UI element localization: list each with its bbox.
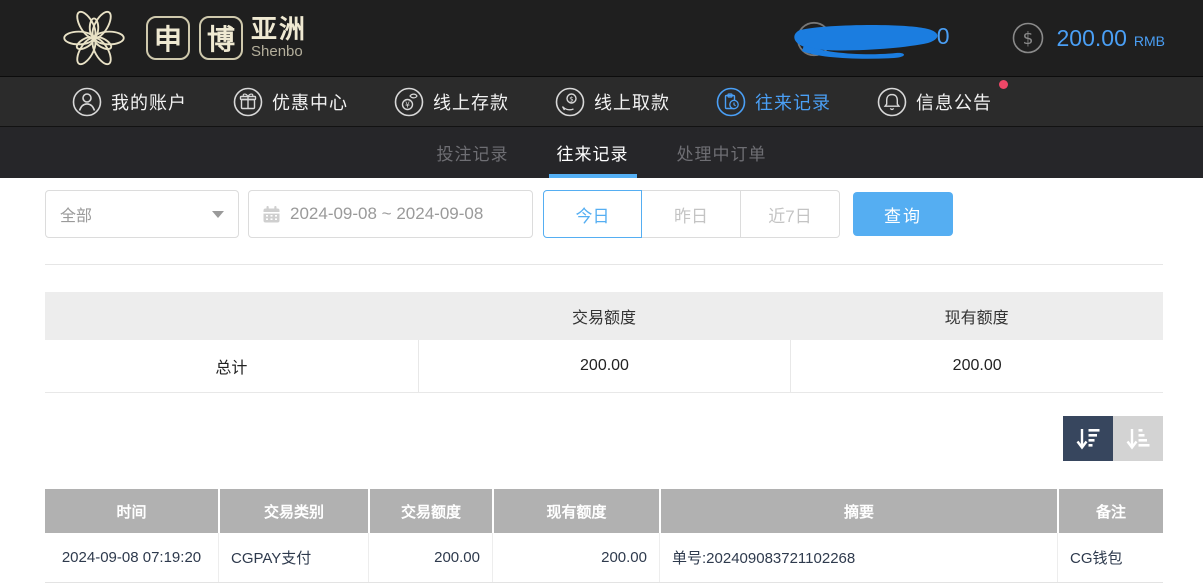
records-tab-bar: 投注记录 往来记录 处理中订单 [0,127,1203,178]
header-transaction-amount: 交易额度 [368,489,492,533]
nav-item-transaction-records[interactable]: 往来记录 [716,87,831,117]
table-header-row: 时间 交易类别 交易额度 现有额度 摘要 备注 [45,489,1163,533]
svg-text:¥: ¥ [405,100,410,109]
sort-descending-icon [1074,425,1102,453]
summary-header-row: 交易额度 现有额度 [45,292,1163,340]
logo-boxed-characters: 申 博 [146,16,243,60]
quick-range-yesterday[interactable]: 昨日 [642,190,741,238]
deposit-coin-icon: ¥ [394,87,424,117]
svg-text:$: $ [569,95,573,103]
header-time: 时间 [45,489,218,533]
section-divider [45,264,1163,265]
sort-ascending-icon [1124,425,1152,453]
date-range-input[interactable]: 2024-09-08 ~ 2024-09-08 [248,190,533,238]
active-tab-underline [549,174,637,178]
tab-pending-orders[interactable]: 处理中订单 [675,127,769,178]
nav-item-withdraw[interactable]: $ 线上取款 [555,87,670,117]
header-remark: 备注 [1057,489,1163,533]
redaction-scribble [788,17,946,61]
nav-item-promotions[interactable]: 优惠中心 [233,87,348,117]
summary-total-row: 总计 200.00 200.00 [45,340,1163,393]
header-current-amount: 现有额度 [492,489,659,533]
header-transaction-type: 交易类别 [218,489,368,533]
bell-icon [877,87,907,117]
cell-current-amount: 200.00 [492,533,659,582]
wallet-amount: 200.00 [1057,25,1127,52]
wallet-balance[interactable]: $ 200.00 RMB [1012,22,1165,54]
tab-transaction-records[interactable]: 往来记录 [555,127,631,178]
chevron-down-icon [212,211,224,218]
notification-dot [999,80,1008,89]
sort-controls [45,416,1163,461]
sort-descending-button[interactable] [1063,416,1113,461]
summary-table: 交易额度 现有额度 总计 200.00 200.00 [45,292,1163,393]
summary-current-amount: 200.00 [790,340,1163,392]
content-area: 全部 2024-09-08 ~ 2024-09-08 [0,190,1203,583]
wallet-currency: RMB [1134,27,1165,49]
transaction-records-page: 申 博 亚洲 Shenbo 0 [0,0,1203,584]
cell-transaction-type: CGPAY支付 [218,533,368,582]
quick-range-today[interactable]: 今日 [543,190,642,238]
gift-icon [233,87,263,117]
main-navigation: 我的账户 优惠中心 ¥ 线上存款 [0,76,1203,127]
nav-item-my-account[interactable]: 我的账户 [72,87,187,117]
topbar: 申 博 亚洲 Shenbo 0 [0,0,1203,76]
summary-total-label: 总计 [45,340,418,392]
masked-balance-visible-digit: 0 [937,23,950,50]
quick-range-group: 今日 昨日 近7日 [543,190,840,238]
logo-region-text: 亚洲 [251,16,307,43]
calendar-icon [262,205,281,224]
type-select[interactable]: 全部 [45,190,239,238]
transactions-table: 时间 交易类别 交易额度 现有额度 摘要 备注 2024-09-08 07:19… [45,489,1163,583]
logo-box-bo: 博 [199,16,243,60]
logo-box-shen: 申 [146,16,190,60]
sort-ascending-button[interactable] [1113,416,1163,461]
cell-transaction-amount: 200.00 [368,533,492,582]
table-row: 2024-09-08 07:19:20 CGPAY支付 200.00 200.0… [45,533,1163,583]
masked-account-info: 0 [788,15,946,61]
flower-logo-icon [56,4,132,72]
nav-item-announcements[interactable]: 信息公告 [877,87,992,117]
svg-text:$: $ [1022,29,1033,49]
tab-betting-records[interactable]: 投注记录 [435,127,511,178]
user-circle-icon [72,87,102,117]
records-clipboard-icon [716,87,746,117]
cell-time: 2024-09-08 07:19:20 [45,533,218,582]
quick-range-last7days[interactable]: 近7日 [741,190,840,238]
brand-logo[interactable]: 申 博 亚洲 Shenbo [56,4,307,72]
header-summary: 摘要 [659,489,1057,533]
summary-header-empty [45,292,418,340]
dollar-circle-icon: $ [1012,22,1044,54]
summary-header-transaction-amount: 交易额度 [418,292,791,340]
summary-header-current-amount: 现有额度 [790,292,1163,340]
cell-remark: CG钱包 [1057,533,1163,582]
filter-row: 全部 2024-09-08 ~ 2024-09-08 [45,190,1163,238]
cell-summary: 单号:202409083721102268 [659,533,1057,582]
withdraw-hand-icon: $ [555,87,585,117]
search-button[interactable]: 查询 [853,192,953,236]
nav-item-deposit[interactable]: ¥ 线上存款 [394,87,509,117]
summary-transaction-amount: 200.00 [418,340,791,392]
account-area: 0 $ 200.00 RMB [788,15,1165,61]
logo-subbrand-text: Shenbo [251,44,307,60]
